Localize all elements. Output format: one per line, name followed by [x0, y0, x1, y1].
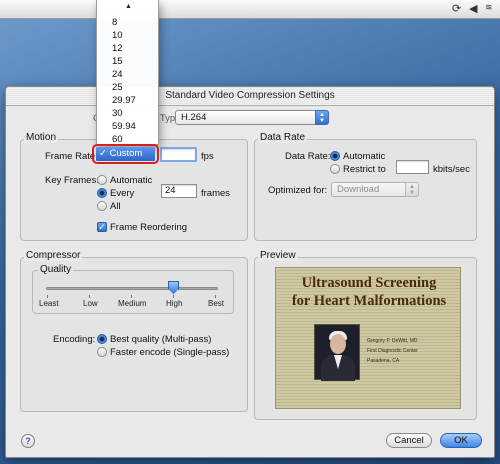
encoding-faster-label: Faster encode (Single-pass) — [110, 347, 230, 358]
motion-group-title: Motion — [24, 132, 59, 143]
quality-label-best: Best — [208, 299, 225, 308]
data-rate-group-title: Data Rate — [258, 132, 308, 143]
preview-image: Ultrasound Screening for Heart Malformat… — [275, 267, 461, 409]
key-frames-label: Key Frames: — [45, 175, 99, 186]
preview-caption-location: Pasadena, CA — [367, 358, 400, 364]
optimized-for-label: Optimized for: — [268, 185, 328, 196]
wifi-icon[interactable]: ≋ — [485, 2, 493, 13]
frame-rate-option[interactable]: 12 — [112, 43, 123, 54]
encoding-best-label: Best quality (Multi-pass) — [110, 334, 212, 345]
frames-unit-label: frames — [201, 188, 231, 199]
presenter-photo — [314, 324, 360, 381]
preview-caption-name: Gregory P. DeWitt, MD — [367, 338, 418, 344]
data-rate-restrict-label: Restrict to — [343, 164, 386, 175]
compression-type-value: H.264 — [181, 112, 207, 123]
compression-type-popup[interactable]: H.264 ▲ ▼ — [175, 110, 329, 125]
frame-reordering-checkbox[interactable]: ✓ — [97, 222, 107, 232]
optimized-for-value: Download — [337, 184, 380, 195]
data-rate-label: Data Rate: — [285, 151, 331, 162]
quality-label-least: Least — [39, 299, 59, 308]
quality-label-medium: Medium — [118, 299, 147, 308]
key-frames-automatic-radio[interactable] — [97, 175, 107, 185]
frame-rate-option[interactable]: 15 — [112, 56, 123, 67]
frame-rate-field[interactable] — [160, 147, 197, 162]
key-frames-every-field[interactable]: 24 — [161, 184, 197, 198]
quality-tick-best — [215, 295, 216, 298]
optimized-for-popup[interactable]: Download ▲ ▼ — [331, 182, 419, 197]
data-rate-automatic-label: Automatic — [343, 151, 386, 162]
encoding-faster-radio[interactable] — [97, 347, 107, 357]
frame-rate-option[interactable]: 30 — [112, 108, 123, 119]
quality-slider-track[interactable] — [46, 287, 218, 290]
frame-rate-menu: ▲ 8 10 12 15 24 25 29.97 30 59.94 60 — [96, 0, 159, 145]
fps-unit-label: fps — [201, 151, 214, 162]
frame-rate-option[interactable]: 29.97 — [112, 95, 136, 106]
quality-tick-high — [173, 295, 174, 298]
quality-title: Quality — [38, 264, 74, 275]
menu-bar: ⟳ ◀ ≋ — [0, 0, 500, 19]
preview-caption-center: First Diagnostic Center — [367, 348, 418, 354]
custom-highlight-annotation — [92, 144, 159, 164]
frame-rate-option[interactable]: 10 — [112, 30, 123, 41]
popup-arrows-icon: ▲ ▼ — [405, 182, 419, 197]
frame-rate-option[interactable]: 8 — [112, 17, 117, 28]
frame-reordering-label: Frame Reordering — [110, 222, 188, 233]
preview-title-line1: Ultrasound Screening — [301, 275, 437, 291]
encoding-label: Encoding: — [53, 334, 96, 345]
sync-icon[interactable]: ⟳ — [452, 2, 461, 15]
quality-label-high: High — [166, 299, 183, 308]
quality-label-low: Low — [83, 299, 98, 308]
preview-slide-title: Ultrasound Screening for Heart Malformat… — [276, 274, 462, 310]
ok-button[interactable]: OK — [440, 433, 482, 448]
frame-rate-option[interactable]: 25 — [112, 82, 123, 93]
quality-tick-low — [89, 295, 90, 298]
help-button[interactable]: ? — [21, 434, 35, 448]
cancel-button[interactable]: Cancel — [386, 433, 432, 448]
preview-group-title: Preview — [258, 250, 298, 261]
compressor-group-title: Compressor — [24, 250, 83, 261]
key-frames-automatic-label: Automatic — [110, 175, 153, 186]
key-frames-every-radio[interactable] — [97, 188, 107, 198]
speaker-icon[interactable]: ◀ — [469, 2, 477, 15]
window-title: Standard Video Compression Settings — [6, 87, 494, 106]
kbits-unit-label: kbits/sec — [433, 164, 470, 175]
frame-rate-option[interactable]: 24 — [112, 69, 123, 80]
frame-rate-option[interactable]: 59.94 — [112, 121, 136, 132]
data-rate-restrict-radio[interactable] — [330, 164, 340, 174]
preview-title-line2: for Heart Malformations — [291, 293, 447, 309]
key-frames-every-label: Every — [110, 188, 135, 199]
data-rate-automatic-radio[interactable] — [330, 151, 340, 161]
scroll-up-arrow-icon[interactable]: ▲ — [125, 3, 132, 10]
frame-rate-label: Frame Rate: — [45, 151, 98, 162]
key-frames-all-label: All — [110, 201, 121, 212]
quality-tick-least — [47, 295, 48, 298]
key-frames-all-radio[interactable] — [97, 201, 107, 211]
data-rate-restrict-field[interactable] — [396, 160, 429, 174]
encoding-best-radio[interactable] — [97, 334, 107, 344]
popup-arrows-icon: ▲ ▼ — [315, 110, 329, 125]
quality-tick-medium — [131, 295, 132, 298]
